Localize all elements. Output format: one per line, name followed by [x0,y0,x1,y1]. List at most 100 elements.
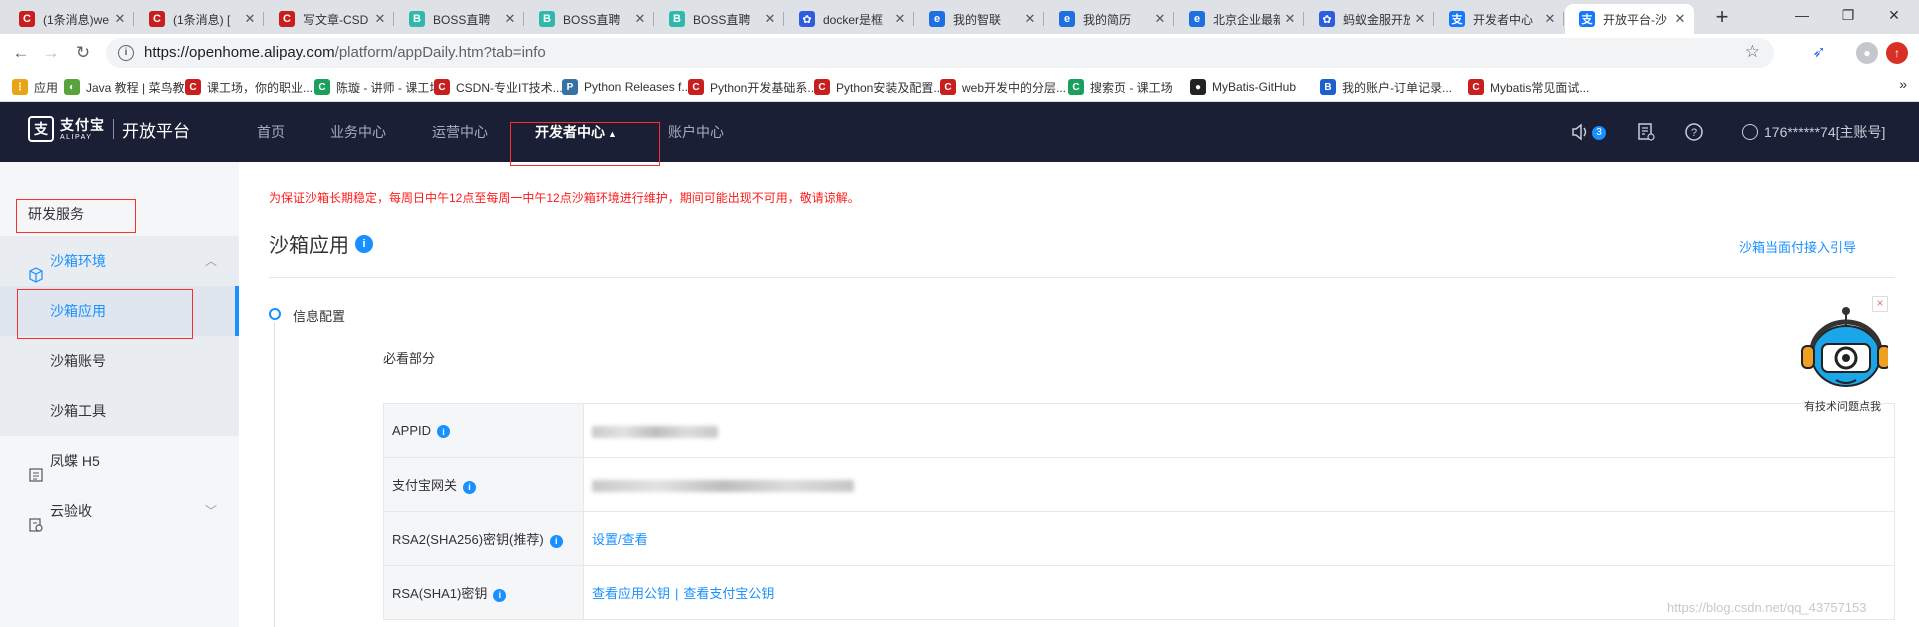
bookmark-item[interactable]: C Mybatis常见面试... [1468,78,1589,96]
new-tab-button[interactable]: + [1708,4,1736,32]
browser-tab[interactable]: B BOSS直聘 ✕ [525,4,654,34]
sidebar-group-sandbox[interactable]: 沙箱环境 ︿ [0,236,239,286]
browser-tab[interactable]: e 北京企业最新 ✕ [1175,4,1304,34]
sidebar-item-fengdie[interactable]: 凤蝶 H5 [0,436,239,486]
bookmark-favicon-icon: C [940,79,956,95]
address-bar[interactable]: i https://openhome.alipay.com/platform/a… [106,38,1774,68]
sidebar-item-sandbox-account[interactable]: 沙箱账号 [0,336,239,386]
close-tab-icon[interactable]: ✕ [114,11,126,27]
close-tab-icon[interactable]: ✕ [764,11,776,27]
notification-badge: 3 [1592,126,1606,140]
bookmark-item[interactable]: C Python开发基础系... [688,78,817,96]
bookmark-item[interactable]: B 我的账户-订单记录... [1320,78,1452,96]
bookmark-label: Java 教程 | 菜鸟教程 [86,80,197,95]
rsa2-set-view-link[interactable]: 设置/查看 [592,532,648,547]
sandbox-guide-link[interactable]: 沙箱当面付接入引导 [1739,237,1856,256]
browser-tab[interactable]: 支开发者中心 ✕ [1435,4,1564,34]
help-icon[interactable]: ? [1684,122,1704,142]
speaker-icon[interactable] [1570,122,1590,142]
info-icon[interactable]: i [355,234,373,253]
helper-robot-icon[interactable] [1796,306,1891,406]
close-tab-icon[interactable]: ✕ [504,11,516,27]
helper-label[interactable]: 有技术问题点我 [1804,398,1881,414]
nav-business-center[interactable]: 业务中心 [330,102,386,162]
step-label: 信息配置 [293,309,346,324]
close-tab-icon[interactable]: ✕ [374,11,386,27]
bookmark-favicon-icon: B [1320,79,1336,95]
task-list-icon[interactable] [1636,122,1656,142]
bookmark-item[interactable]: ◐ Java 教程 | 菜鸟教程 [64,78,196,96]
browser-tab[interactable]: 支开放平台-沙 ✕ [1565,4,1694,34]
minimize-button[interactable]: — [1779,0,1825,30]
bookmark-item[interactable]: C Python安装及配置... [814,78,943,96]
sidebar-item-sandbox-tools[interactable]: 沙箱工具 [0,386,239,436]
reload-icon[interactable]: ↻ [70,40,96,66]
close-tab-icon[interactable]: ✕ [1414,11,1426,27]
sidebar-item-cloud-accept[interactable]: 云验收 ﹀ [0,486,239,536]
browser-tab[interactable]: e 我的简历 ✕ [1045,4,1174,34]
browser-tab[interactable]: C (1条消息) [✕ [135,4,264,34]
row-key-text: APPID [392,422,432,438]
browser-tab[interactable]: C (1条消息)we ✕ [5,4,134,34]
info-icon[interactable]: i [549,534,563,548]
tab-favicon-icon: 支 [1579,11,1595,27]
account-menu[interactable]: 176******74[主账号] [1742,102,1885,162]
info-icon[interactable]: i [463,480,477,494]
close-tab-icon[interactable]: ✕ [1154,11,1166,27]
close-window-button[interactable]: ✕ [1871,0,1917,30]
view-app-public-key-link[interactable]: 查看应用公钥 [592,586,670,601]
sidebar-item-label: 沙箱账号 [50,353,106,369]
extension-icon[interactable]: ➶ [1808,42,1830,64]
close-tab-icon[interactable]: ✕ [1674,11,1686,27]
section-subtitle: 必看部分 [383,351,436,366]
forward-arrow-icon[interactable]: → [38,40,64,66]
checklist-icon [28,503,44,532]
more-bookmarks-icon[interactable]: » [1899,76,1907,92]
close-tab-icon[interactable]: ✕ [1544,11,1556,27]
bookmark-item[interactable]: Cweb开发中的分层... [940,78,1066,96]
tab-title: docker是框 [823,12,884,27]
info-icon[interactable]: i [493,588,507,602]
browser-tab[interactable]: ✿ docker是框 ✕ [785,4,914,34]
annotation-box-sandbox-app [17,289,193,339]
browser-tab[interactable]: ✿ 蚂蚁金服开放 ✕ [1305,4,1434,34]
info-icon[interactable]: i [437,425,451,439]
restore-button[interactable]: ❐ [1825,0,1871,30]
bookmark-item[interactable]: C 课工场，你的职业... [185,78,313,96]
chevron-down-icon: ﹀ [204,504,217,518]
tab-favicon-icon: ✿ [1319,11,1335,27]
nav-account-center[interactable]: 账户中心 [668,102,724,162]
bookmark-item[interactable]: C CSDN-专业IT技术... [434,78,563,96]
browser-tab[interactable]: B BOSS直聘 ✕ [655,4,784,34]
bookmark-item[interactable]: C 搜索页 - 课工场 [1068,78,1173,96]
url-text[interactable]: https://openhome.alipay.com/platform/app… [144,44,546,61]
close-tab-icon[interactable]: ✕ [894,11,906,27]
profile-avatar-icon[interactable]: ● [1856,42,1878,64]
tab-title: (1条消息)we [43,12,110,27]
browser-tab[interactable]: B BOSS直聘 ✕ [395,4,524,34]
sidebar-item-fengdie-label: 凤蝶 H5 [50,453,100,469]
bookmark-item[interactable]: C 陈璇 - 讲师 - 课工场 [314,78,441,96]
chrome-update-icon[interactable]: ↑ [1886,42,1908,64]
bookmark-item[interactable]: P Python Releases f... [562,78,691,96]
alipay-logo[interactable]: 支 支付宝 ALIPAY 开放平台 [28,116,190,142]
site-info-icon[interactable]: i [118,45,134,61]
close-tab-icon[interactable]: ✕ [634,11,646,27]
tab-title: BOSS直聘 [433,12,491,27]
nav-home[interactable]: 首页 [257,102,285,162]
bookmark-star-icon[interactable]: ☆ [1745,42,1760,62]
tab-title: BOSS直聘 [563,12,621,27]
back-arrow-icon[interactable]: ← [8,40,34,66]
tab-favicon-icon: C [19,11,35,27]
view-alipay-public-key-link[interactable]: 查看支付宝公钥 [683,586,774,601]
browser-tab[interactable]: C 写文章-CSD ✕ [265,4,394,34]
close-tab-icon[interactable]: ✕ [1024,11,1036,27]
nav-operations-center[interactable]: 运营中心 [432,102,488,162]
close-tab-icon[interactable]: ✕ [1284,11,1296,27]
bookmark-item[interactable]: ⋮ 应用 [12,78,58,96]
browser-tab[interactable]: e 我的智联 ✕ [915,4,1044,34]
bookmark-item[interactable]: ● MyBatis-GitHub [1190,78,1296,96]
tab-title: 开发者中心 [1473,12,1534,27]
close-tab-icon[interactable]: ✕ [244,11,256,27]
tab-favicon-icon: C [149,11,165,27]
